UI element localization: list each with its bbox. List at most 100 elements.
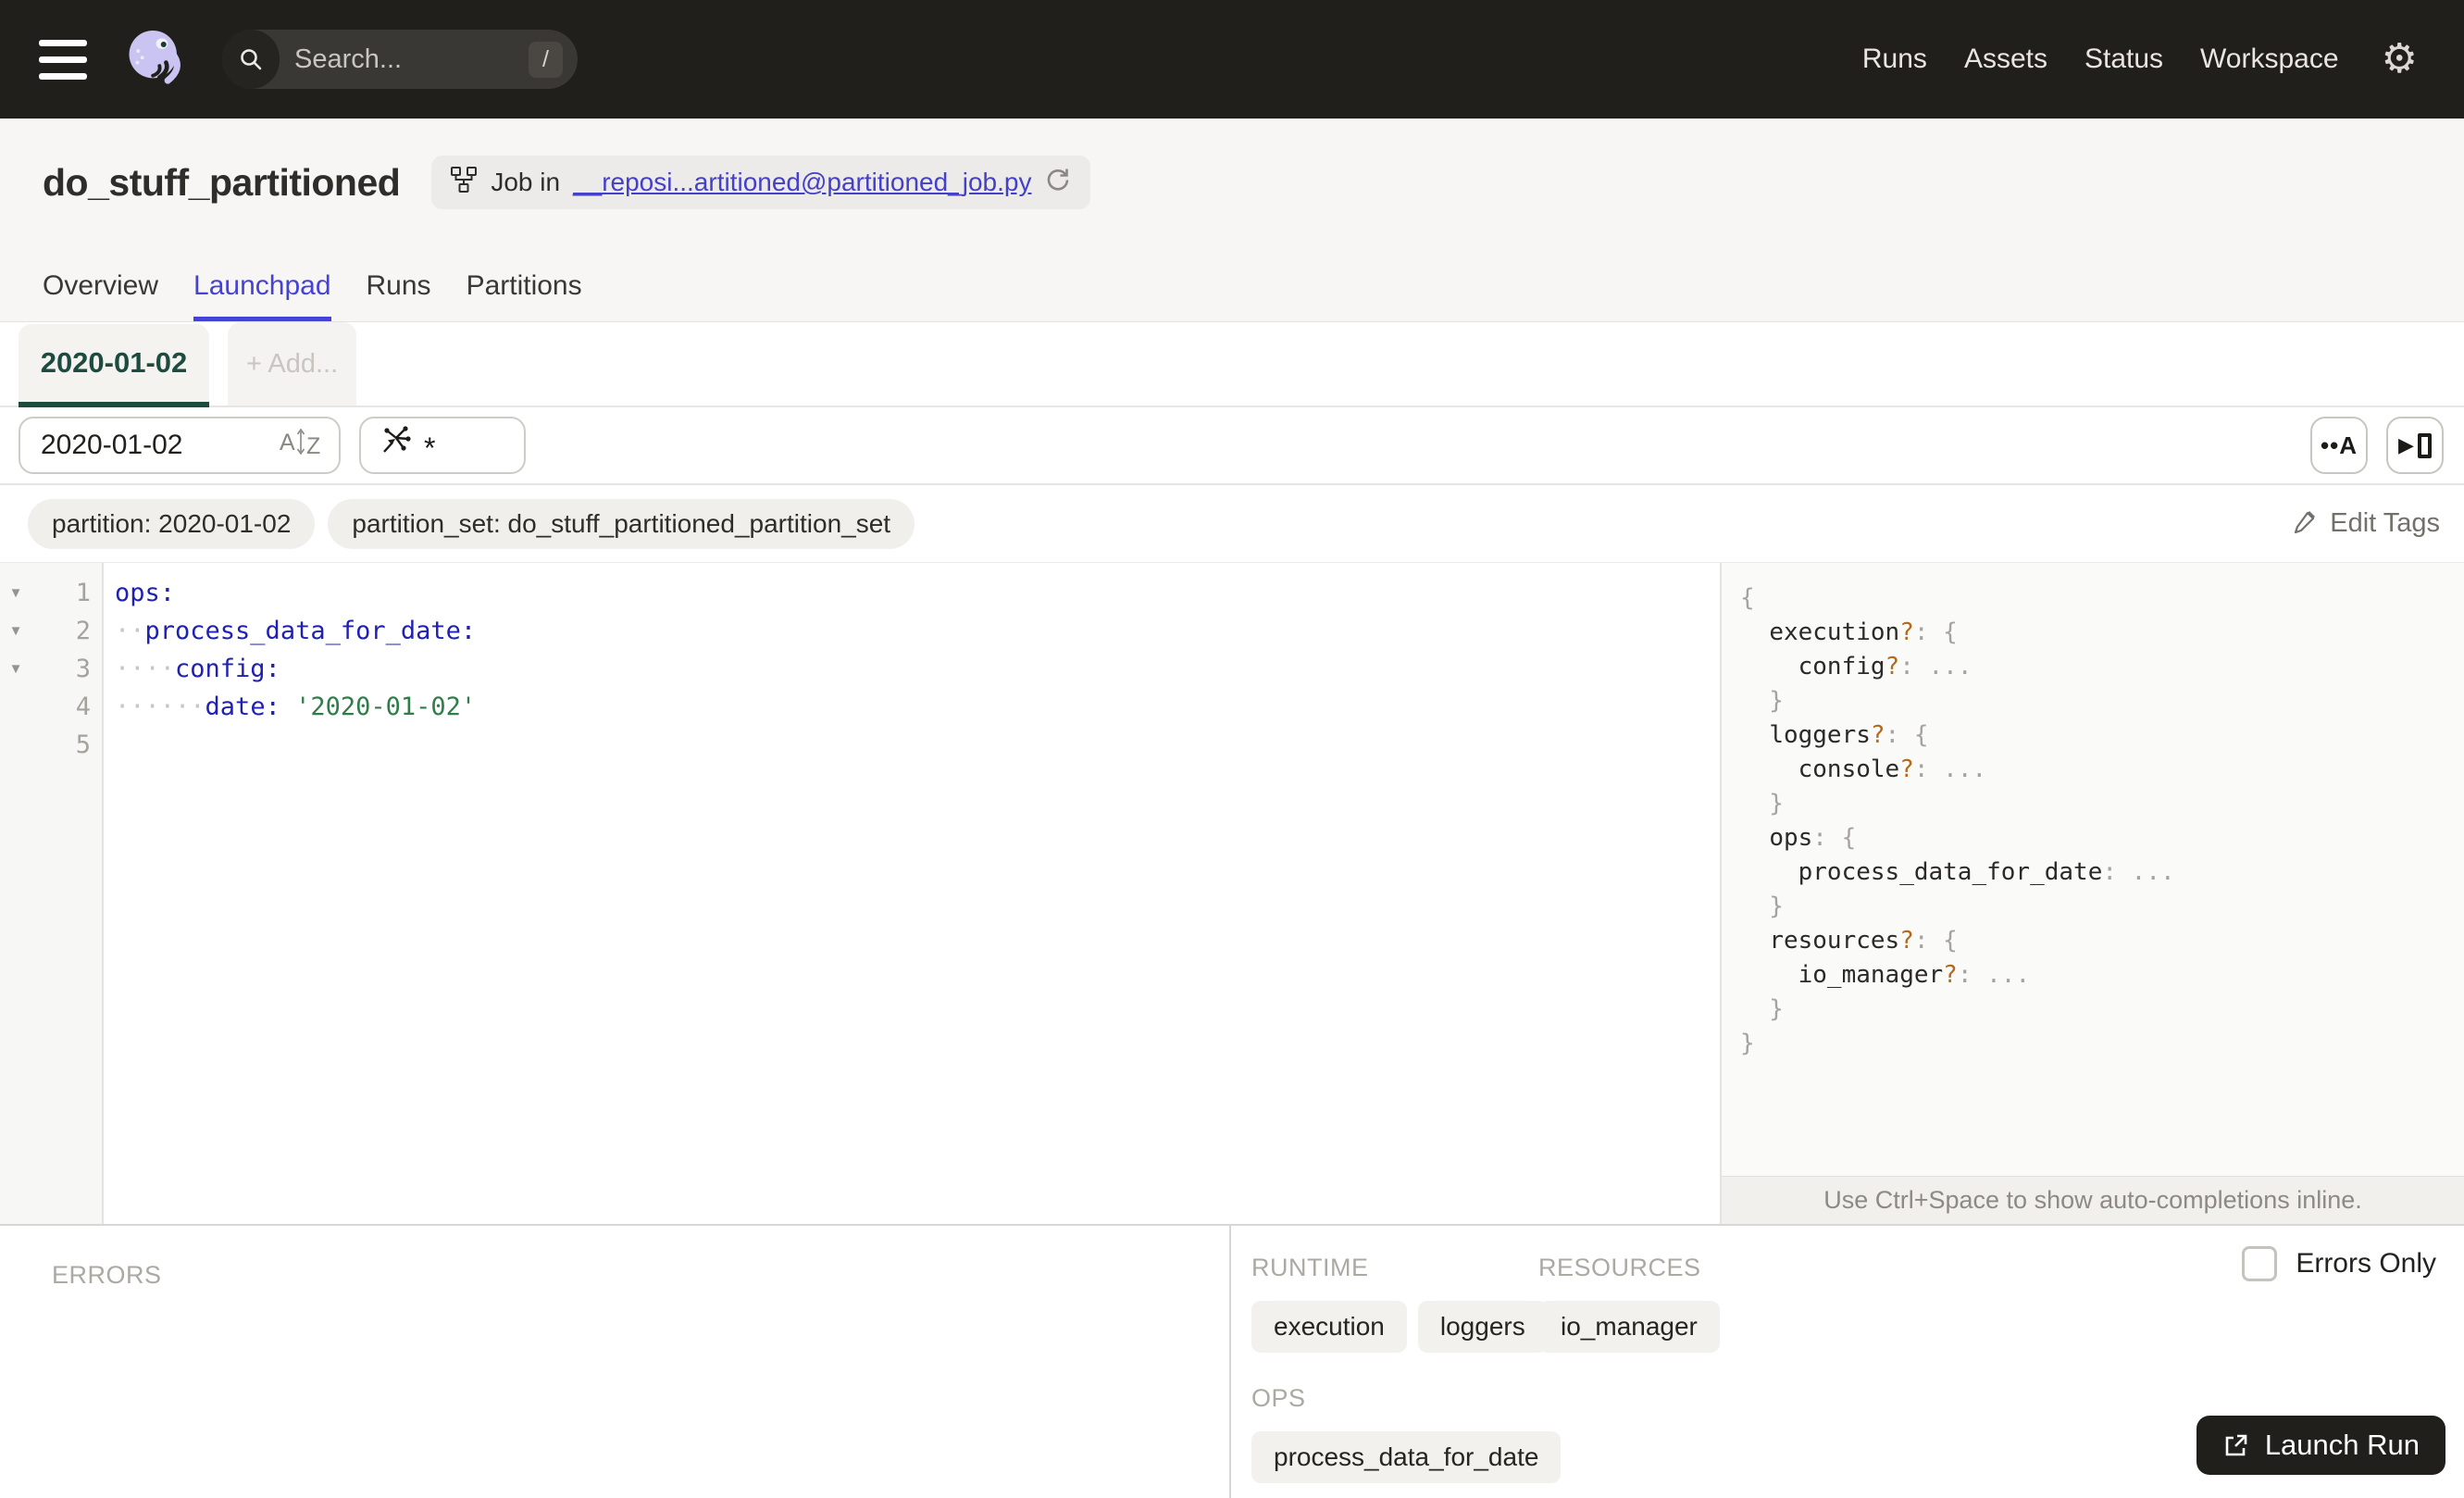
nav-status[interactable]: Status (2084, 44, 2163, 75)
schema-line: } (1740, 1030, 1755, 1057)
line-number: 5 (75, 730, 91, 759)
errors-zone: ERRORS (0, 1226, 1231, 1498)
job-badge-prefix: Job in (491, 168, 561, 196)
fold-arrow-icon[interactable]: ▼ (0, 623, 31, 639)
partition-tab-active[interactable]: 2020-01-02 (19, 324, 209, 407)
line-number: 4 (75, 693, 91, 721)
editor-code[interactable]: ops: ··process_data_for_date: ····config: ·… (104, 563, 1720, 1224)
reload-icon[interactable] (1044, 166, 1072, 200)
search-input[interactable]: Search... / (222, 30, 578, 89)
schema-line: } (1740, 995, 1784, 1023)
chip-loggers[interactable]: loggers (1417, 1301, 1548, 1353)
svg-text:Z: Z (306, 433, 320, 459)
search-icon (222, 30, 280, 89)
gear-icon[interactable]: ⚙ (2382, 39, 2418, 80)
fold-arrow-icon[interactable]: ▼ (0, 661, 31, 677)
page-title: do_stuff_partitioned (43, 160, 401, 204)
editor-gutter: ▼ 1 ▼ 2 ▼ 3 4 5 (0, 563, 104, 1224)
schema-line: config?: ... (1798, 653, 1972, 680)
schema-line: } (1740, 893, 1784, 920)
code-line: ops: (115, 579, 176, 607)
errors-only-control: Errors Only (2242, 1246, 2436, 1281)
whitespace-icon: ••A (2321, 431, 2358, 459)
errors-only-checkbox[interactable] (2242, 1246, 2278, 1281)
whitespace-toggle-button[interactable]: ••A (2310, 417, 2368, 474)
op-graph-icon (378, 423, 415, 468)
chip-io-manager[interactable]: io_manager (1538, 1301, 1720, 1353)
config-schema-panel: { execution?: { config?: ... } loggers?:… (1720, 563, 2464, 1224)
launchpad-main: ▼ 1 ▼ 2 ▼ 3 4 5 ops: ··process_data_for_date: ···… (0, 563, 2464, 1224)
schema-line: } (1740, 687, 1784, 715)
schema-line: ops: { (1769, 824, 1857, 852)
launchpad-toolbar: 2020-01-02 A Z * ••A ▶ (0, 407, 2464, 485)
tab-partitions[interactable]: Partitions (467, 270, 582, 321)
bottom-panel: ERRORS RUNTIME execution loggers RESOURCE… (0, 1224, 2464, 1498)
schema-line: { (1740, 584, 1755, 612)
errors-label: ERRORS (52, 1261, 162, 1289)
schema-line: process_data_for_date: ... (1798, 858, 2175, 886)
tab-runs[interactable]: Runs (367, 270, 431, 321)
nav-assets[interactable]: Assets (1964, 44, 2047, 75)
ops-label: OPS (1251, 1384, 1306, 1412)
edit-tags-button[interactable]: Edit Tags (2293, 507, 2440, 541)
search-placeholder: Search... (294, 44, 403, 74)
runtime-label: RUNTIME (1251, 1254, 1369, 1281)
partition-select[interactable]: 2020-01-02 A Z (19, 417, 341, 474)
chip-execution[interactable]: execution (1251, 1301, 1407, 1353)
schema-line: io_manager?: ... (1798, 961, 2031, 989)
partition-tab-strip: 2020-01-02 + Add... (0, 322, 2464, 407)
tag-pill: partition_set: do_stuff_partitioned_part… (328, 498, 915, 549)
resources-label: RESOURCES (1538, 1254, 1701, 1281)
line-number: 2 (75, 617, 91, 645)
pencil-icon (2293, 507, 2319, 541)
resources-chip-list: io_manager (1538, 1301, 1720, 1353)
schema-line: console?: ... (1798, 755, 1987, 783)
play-icon: ▶ (2398, 433, 2414, 456)
edit-tags-label: Edit Tags (2330, 508, 2440, 538)
tab-overview[interactable]: Overview (43, 270, 158, 321)
svg-text:A: A (280, 430, 295, 456)
runtime-chip-list: execution loggers (1251, 1301, 1548, 1353)
tags-row: partition: 2020-01-02 partition_set: do_s… (0, 485, 2464, 563)
line-number: 1 (75, 579, 91, 607)
panel-icon (2417, 432, 2432, 458)
op-selection-filter[interactable]: * (359, 417, 526, 474)
code-line: ····config: (115, 655, 280, 683)
launch-run-button[interactable]: Launch Run (2196, 1416, 2445, 1475)
job-origin-badge: Job in __reposi...artitioned@partitioned… (431, 156, 1091, 209)
dagster-logo[interactable] (118, 23, 191, 95)
job-file-link[interactable]: __reposi...artitioned@partitioned_job.py (573, 168, 1031, 197)
external-link-icon (2222, 1431, 2250, 1459)
launch-run-label: Launch Run (2264, 1429, 2420, 1461)
nav-runs[interactable]: Runs (1862, 44, 1927, 75)
schema-body: { execution?: { config?: ... } loggers?:… (1722, 563, 2464, 1061)
schema-line: resources?: { (1769, 927, 1958, 955)
fold-arrow-icon[interactable]: ▼ (0, 585, 31, 601)
menu-icon[interactable] (39, 39, 87, 80)
add-partition-tab[interactable]: + Add... (228, 322, 357, 406)
partition-select-value: 2020-01-02 (41, 430, 183, 460)
page-tabs: Overview Launchpad Runs Partitions (43, 270, 2421, 321)
preview-panel-toggle-button[interactable]: ▶ (2386, 417, 2444, 474)
schema-line: } (1740, 790, 1784, 818)
config-summary-zone: RUNTIME execution loggers RESOURCES io_ma… (1231, 1226, 2464, 1498)
schema-line: loggers?: { (1769, 721, 1929, 749)
op-filter-value: * (424, 431, 436, 465)
page-header: do_stuff_partitioned Job in __reposi...a… (0, 119, 2464, 322)
primary-nav: Runs Assets Status Workspace (1862, 44, 2339, 75)
sort-az-icon: A Z (278, 422, 326, 468)
autocomplete-hint: Use Ctrl+Space to show auto-completions … (1722, 1176, 2464, 1224)
code-line: ······date: '2020-01-02' (115, 693, 477, 721)
tag-pill: partition: 2020-01-02 (28, 498, 316, 549)
code-line: ··process_data_for_date: (115, 617, 477, 645)
nav-workspace[interactable]: Workspace (2200, 44, 2339, 75)
schema-line: execution?: { (1769, 618, 1958, 646)
errors-only-label: Errors Only (2296, 1248, 2436, 1279)
line-number: 3 (75, 655, 91, 683)
workflow-icon (450, 166, 478, 200)
tab-launchpad[interactable]: Launchpad (193, 270, 331, 321)
config-editor[interactable]: ▼ 1 ▼ 2 ▼ 3 4 5 ops: ··process_data_for_date: ···… (0, 563, 1720, 1224)
top-navbar: Search... / Runs Assets Status Workspace ⚙ (0, 0, 2464, 119)
chip-process-data-for-date[interactable]: process_data_for_date (1251, 1431, 1562, 1483)
